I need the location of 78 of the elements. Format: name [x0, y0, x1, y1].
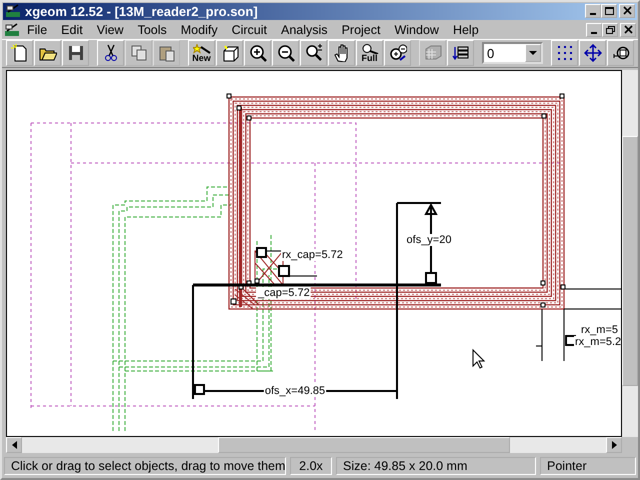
dimension-label: rx_m=5 — [581, 324, 618, 336]
toolbar-button[interactable] — [244, 40, 271, 66]
toolbar-button[interactable] — [579, 40, 606, 66]
zoom-plus-minus-icon — [304, 44, 322, 62]
dimension-label: rx_cap=5.72 — [282, 249, 343, 262]
scroll-right-button[interactable] — [606, 437, 622, 454]
close-icon — [622, 6, 632, 16]
toolbar-button[interactable] — [272, 40, 299, 66]
toolbar-button[interactable] — [216, 40, 243, 66]
zoom-in-icon — [248, 44, 266, 62]
four-way-arrow-icon — [584, 44, 602, 62]
app-icon — [5, 3, 21, 20]
zoom-out-icon — [276, 44, 294, 62]
dropdown-arrow-icon — [529, 50, 537, 56]
app-icon — [4, 22, 20, 38]
level-dropdown[interactable]: 0 — [482, 42, 543, 64]
toolbar-button[interactable] — [447, 40, 474, 66]
minimize-icon — [590, 13, 596, 16]
dimension-label: ofs_y=20 — [406, 234, 452, 246]
minimize-button[interactable] — [586, 22, 602, 37]
hand-icon — [332, 44, 350, 62]
toolbar-button[interactable] — [607, 40, 634, 66]
status-field: Size: 49.85 x 20.0 mm — [336, 456, 536, 475]
menu-item[interactable]: Analysis — [274, 22, 335, 37]
menu-item[interactable]: Window — [387, 22, 446, 37]
dimension-label: _cap=5.72 — [258, 287, 310, 300]
minimize-button[interactable] — [585, 4, 601, 18]
toolbar-button[interactable] — [384, 40, 411, 66]
close-icon — [622, 24, 634, 35]
horizontal-scrollbar[interactable] — [6, 437, 622, 454]
toolbar-button[interactable] — [6, 40, 33, 66]
layout-canvas[interactable]: rx_cap=5.72 _cap=5.72 ofs_y=20 ofs_x=49.85 rx_m=5 rx_m=5.2 — [6, 70, 622, 438]
dot-grid-icon — [556, 44, 574, 62]
menu-item[interactable]: Tools — [130, 22, 174, 37]
toolbar-button[interactable] — [34, 40, 61, 66]
scroll-thumb[interactable] — [622, 136, 638, 386]
toolbar-button[interactable] — [97, 40, 124, 66]
toolbar-button[interactable] — [551, 40, 578, 66]
clipboard-icon — [158, 44, 176, 62]
menu-item[interactable]: Circuit — [224, 22, 274, 37]
status-field: Pointer — [540, 456, 636, 475]
scroll-left-button[interactable] — [6, 437, 22, 454]
cube-icon — [220, 44, 238, 62]
menu-item[interactable]: Modify — [174, 22, 225, 37]
menu-item[interactable]: Edit — [54, 22, 90, 37]
maximize-button[interactable] — [601, 4, 617, 18]
star-icon — [192, 44, 210, 54]
toolbar-button[interactable] — [300, 40, 327, 66]
menu-item[interactable]: Project — [334, 22, 388, 37]
close-button[interactable] — [619, 4, 635, 18]
window-title: xgeom 12.52 - [13M_reader2_pro.son] — [25, 4, 259, 19]
dimension-label: ofs_x=49.85 — [264, 385, 326, 398]
vertical-scrollbar[interactable] — [622, 70, 638, 438]
copy-icon — [130, 44, 148, 62]
hatched-block-icon — [424, 44, 442, 62]
zoom-arrows-icon — [388, 44, 406, 62]
toolbar-button[interactable]: New — [188, 40, 215, 66]
menu-item[interactable]: Help — [446, 22, 486, 37]
restore-icon — [604, 24, 616, 35]
menu-item[interactable]: View — [90, 22, 131, 37]
page-icon — [10, 44, 28, 62]
dimension-label: rx_m=5.2 — [575, 336, 621, 348]
toolbar-button[interactable] — [62, 40, 89, 66]
maximize-icon — [604, 6, 614, 16]
right-arrow-icon — [612, 441, 616, 450]
menu-item[interactable]: File — [20, 22, 54, 37]
toolbar-button[interactable]: Full — [356, 40, 383, 66]
zoom-icon — [360, 44, 378, 54]
close-button[interactable] — [620, 22, 636, 37]
pointer-cursor-icon — [472, 349, 486, 370]
toolbar-button[interactable] — [328, 40, 355, 66]
status-field: 2.0x — [290, 456, 332, 475]
scroll-thumb[interactable] — [218, 437, 510, 454]
left-arrow-icon — [12, 441, 16, 450]
status-field: Click or drag to select objects, drag to move them — [4, 456, 286, 475]
layer-stack-icon — [452, 44, 470, 62]
minimize-icon — [591, 32, 597, 34]
restore-button[interactable] — [602, 22, 618, 37]
